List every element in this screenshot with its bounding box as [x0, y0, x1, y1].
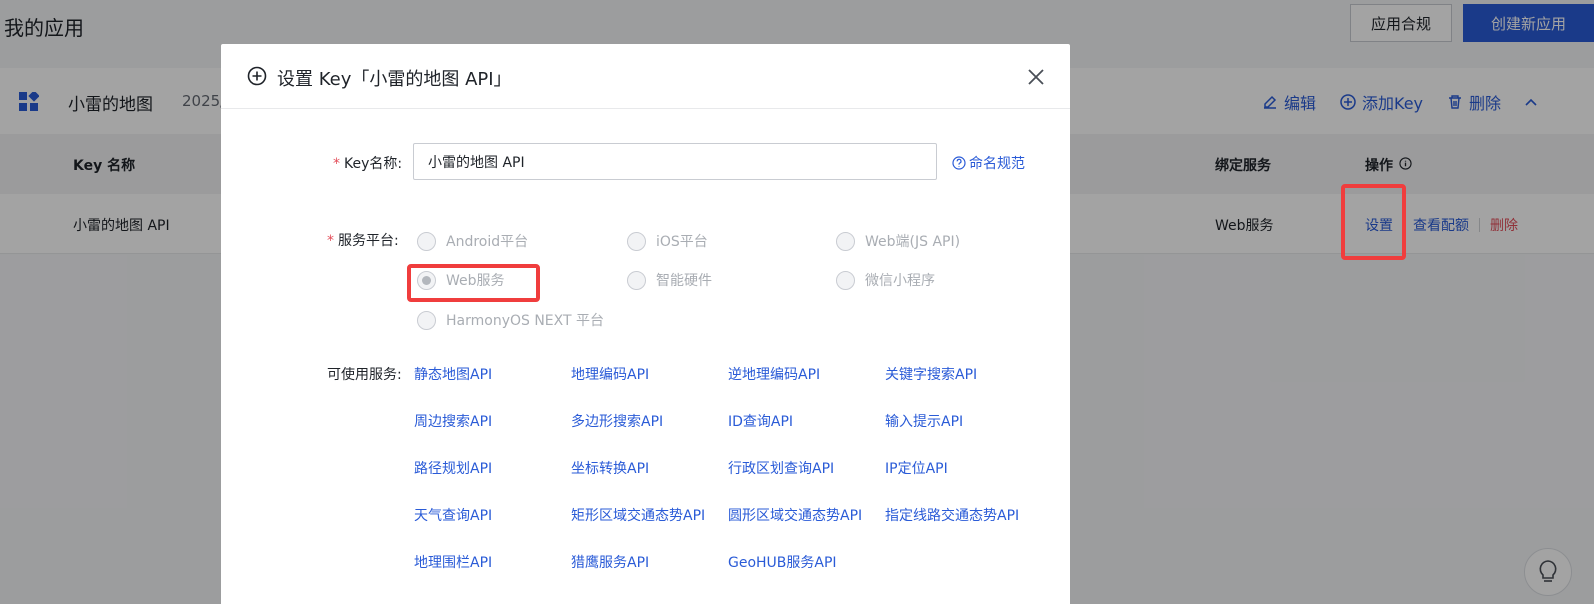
radio-smart-hardware[interactable]: 智能硬件 — [627, 270, 712, 290]
dialog-header: 设置 Key「小雷的地图 API」 — [221, 44, 1070, 109]
service-link[interactable]: 矩形区域交通态势API — [571, 505, 705, 525]
service-link[interactable]: 圆形区域交通态势API — [728, 505, 862, 525]
service-link[interactable]: 周边搜索API — [414, 411, 492, 431]
service-link[interactable]: 输入提示API — [885, 411, 963, 431]
service-link[interactable]: 猎鹰服务API — [571, 552, 649, 572]
service-link[interactable]: 路径规划API — [414, 458, 492, 478]
highlight-web-service-box — [407, 264, 540, 302]
question-circle-icon — [952, 156, 966, 170]
service-link[interactable]: 关键字搜索API — [885, 364, 977, 384]
set-key-dialog: 设置 Key「小雷的地图 API」 *Key名称: 命名规范 *服务平台: An… — [221, 44, 1070, 604]
dialog-title: 设置 Key「小雷的地图 API」 — [277, 69, 512, 90]
service-link[interactable]: 地理围栏API — [414, 552, 492, 572]
service-link[interactable]: 逆地理编码API — [728, 364, 820, 384]
close-icon[interactable] — [1025, 66, 1047, 88]
key-name-label: * Key名称: — [333, 156, 403, 172]
service-link[interactable]: 静态地图API — [414, 364, 492, 384]
key-name-input[interactable] — [413, 143, 937, 180]
naming-rule-link[interactable]: 命名规范 — [952, 153, 1025, 173]
plus-circle-icon — [247, 66, 267, 86]
service-link[interactable]: 坐标转换API — [571, 458, 649, 478]
service-link[interactable]: ID查询API — [728, 411, 793, 431]
service-link[interactable]: 天气查询API — [414, 505, 492, 525]
service-link[interactable]: IP定位API — [885, 458, 948, 478]
platform-label: * 服务平台: — [327, 233, 399, 249]
service-link[interactable]: GeoHUB服务API — [728, 552, 837, 572]
service-link[interactable]: 指定线路交通态势API — [885, 505, 1019, 525]
radio-web-js[interactable]: Web端(JS API) — [836, 231, 960, 251]
naming-rule-label: 命名规范 — [969, 156, 1025, 172]
radio-wechat-miniprogram[interactable]: 微信小程序 — [836, 270, 935, 290]
services-label: 可使用服务: — [327, 367, 402, 383]
radio-harmonyos[interactable]: HarmonyOS NEXT 平台 — [417, 310, 604, 330]
service-link[interactable]: 地理编码API — [571, 364, 649, 384]
radio-android[interactable]: Android平台 — [417, 231, 528, 251]
highlight-settings-box — [1341, 184, 1406, 260]
service-link[interactable]: 多边形搜索API — [571, 411, 663, 431]
radio-ios[interactable]: iOS平台 — [627, 231, 708, 251]
service-link[interactable]: 行政区划查询API — [728, 458, 834, 478]
